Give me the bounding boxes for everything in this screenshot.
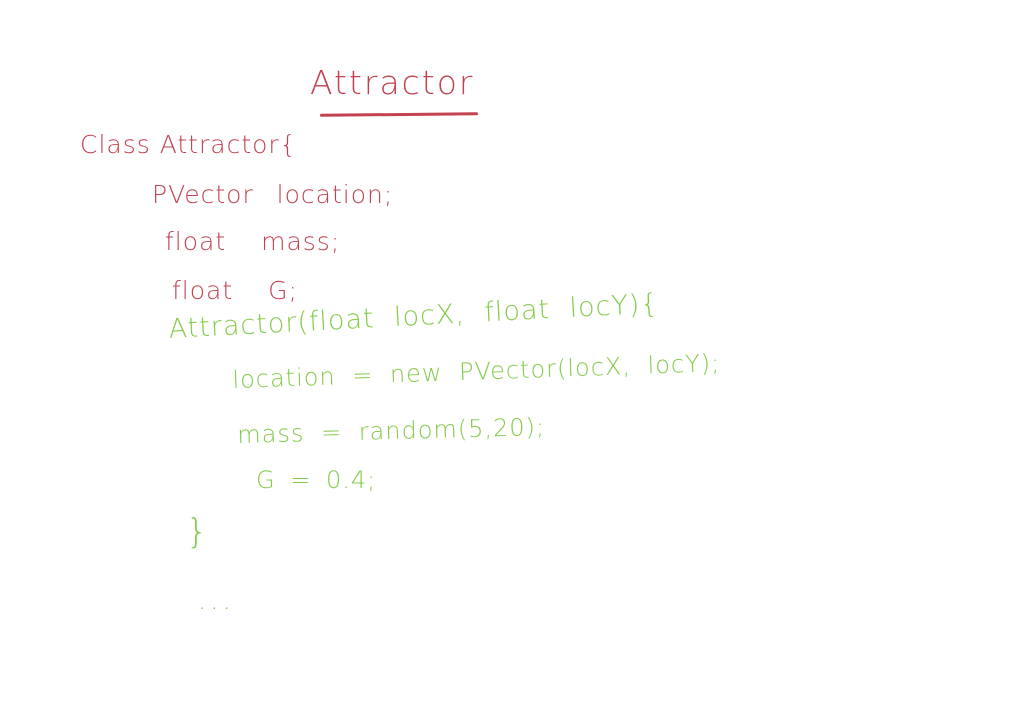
location-field-line: PVector location;: [152, 180, 394, 209]
mass-assignment-line: mass = random(5,20);: [236, 412, 546, 449]
title: Attractor: [310, 63, 475, 102]
ellipsis: ...: [198, 586, 235, 616]
class-declaration-line: Class Attractor{: [80, 130, 297, 159]
closing-brace: }: [186, 512, 209, 552]
mass-field-line: float mass;: [165, 227, 341, 256]
title-underline: [319, 112, 479, 117]
g-field-line: float G;: [172, 276, 298, 305]
whiteboard-canvas: Attractor Class Attractor{ PVector locat…: [0, 0, 1024, 719]
g-assignment-line: G = 0.4;: [256, 466, 377, 494]
location-assignment-line: location = new PVector(locX, locY);: [231, 348, 721, 394]
